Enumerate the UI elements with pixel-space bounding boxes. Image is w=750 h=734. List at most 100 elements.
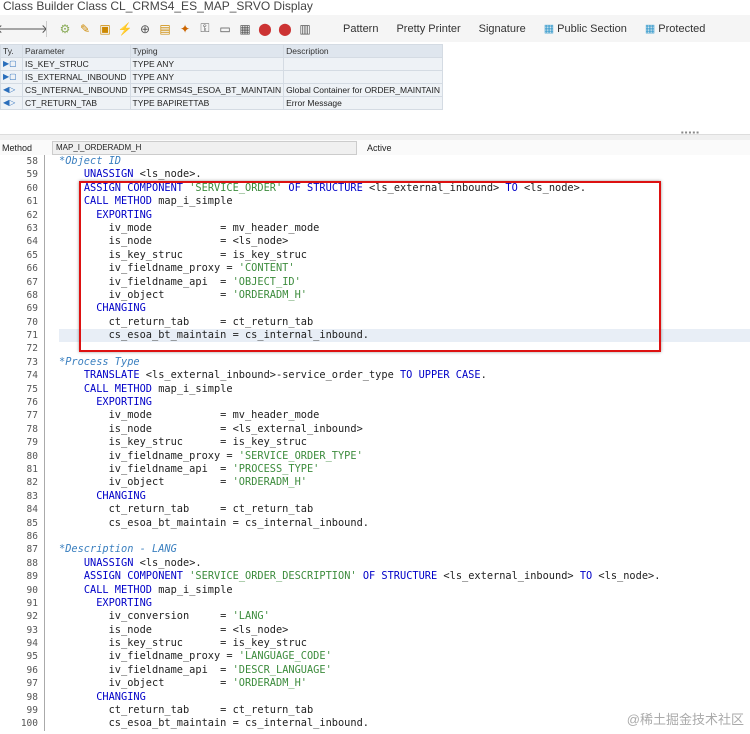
code-text[interactable]: CHANGING xyxy=(59,691,750,704)
code-text[interactable]: is_node = <ls_external_inbound> xyxy=(59,423,750,436)
code-line[interactable]: 97 iv_object = 'ORDERADM_H' xyxy=(0,677,750,691)
parameter-name[interactable]: CS_INTERNAL_INBOUND xyxy=(22,83,131,97)
protected-section-button[interactable]: ▦ Protected xyxy=(645,22,706,36)
code-text[interactable]: iv_fieldname_api = 'PROCESS_TYPE' xyxy=(59,463,750,476)
code-line[interactable]: 59 UNASSIGN <ls_node>. xyxy=(0,168,750,182)
display-change-icon[interactable]: ✎ xyxy=(77,21,93,37)
gutter-divider xyxy=(44,543,45,557)
parameter-table-header: Ty. Parameter Typing Description xyxy=(0,44,443,58)
code-line[interactable]: 76 EXPORTING xyxy=(0,396,750,410)
code-line[interactable]: 95 iv_fieldname_proxy = 'LANGUAGE_CODE' xyxy=(0,650,750,664)
code-line[interactable]: 90 CALL METHOD map_i_simple xyxy=(0,583,750,597)
code-text[interactable]: cs_esoa_bt_maintain = cs_internal_inboun… xyxy=(59,517,750,530)
code-text[interactable]: EXPORTING xyxy=(59,597,750,610)
code-line[interactable]: 78 is_node = <ls_external_inbound> xyxy=(0,422,750,437)
code-text[interactable]: UNASSIGN <ls_node>. xyxy=(59,557,750,570)
code-text[interactable]: is_key_struc = is_key_struc xyxy=(59,637,750,650)
code-line[interactable]: 77 iv_mode = mv_header_mode xyxy=(0,409,750,423)
method-name-field[interactable]: MAP_I_ORDERADM_H xyxy=(52,140,357,155)
gutter-divider xyxy=(44,717,45,731)
table-row[interactable]: ◀▷ CT_RETURN_TAB TYPE BAPIRETTAB Error M… xyxy=(0,96,443,110)
column-header-description[interactable]: Description xyxy=(283,44,443,58)
parameter-typing[interactable]: TYPE ANY xyxy=(129,70,285,84)
code-text[interactable]: TRANSLATE <ls_external_inbound>-service_… xyxy=(59,369,750,382)
code-text[interactable]: iv_fieldname_proxy = 'SERVICE_ORDER_TYPE… xyxy=(59,450,750,463)
code-text[interactable]: *Description - LANG xyxy=(59,543,750,556)
enhance-icon[interactable]: ⚿ xyxy=(197,21,213,37)
parameter-name[interactable]: IS_KEY_STRUC xyxy=(22,57,131,71)
signature-button[interactable]: Signature xyxy=(479,23,526,35)
column-header-parameter[interactable]: Parameter xyxy=(22,44,131,58)
breakpoint-icon[interactable]: ⬤ xyxy=(257,21,273,37)
code-text[interactable]: iv_fieldname_api = 'DESCR_LANGUAGE' xyxy=(59,664,750,677)
code-text[interactable]: iv_conversion = 'LANG' xyxy=(59,610,750,623)
parameter-description[interactable]: Global Container for ORDER_MAINTAIN xyxy=(283,83,443,97)
layout-icon[interactable]: ▭ xyxy=(217,21,233,37)
code-line[interactable]: 88 UNASSIGN <ls_node>. xyxy=(0,556,750,571)
code-line[interactable]: 94 is_key_struc = is_key_struc xyxy=(0,637,750,651)
code-line[interactable]: 80 iv_fieldname_proxy = 'SERVICE_ORDER_T… xyxy=(0,449,750,463)
help-icon[interactable]: ▦ xyxy=(237,21,253,37)
code-text[interactable]: ct_return_tab = ct_return_tab xyxy=(59,503,750,516)
parameter-name[interactable]: IS_EXTERNAL_INBOUND xyxy=(22,70,131,84)
column-header-typing[interactable]: Typing xyxy=(129,44,285,58)
code-line[interactable]: 92 iv_conversion = 'LANG' xyxy=(0,610,750,624)
code-text[interactable]: iv_mode = mv_header_mode xyxy=(59,409,750,422)
code-line[interactable]: 84 ct_return_tab = ct_return_tab xyxy=(0,503,750,517)
code-line[interactable]: 83 CHANGING xyxy=(0,489,750,504)
code-line[interactable]: 98 CHANGING xyxy=(0,690,750,705)
code-line[interactable]: 75 CALL METHOD map_i_simple xyxy=(0,382,750,397)
navigation-window-icon[interactable]: ✦ xyxy=(177,21,193,37)
where-used-icon[interactable]: ⊕ xyxy=(137,21,153,37)
code-line[interactable]: 74 TRANSLATE <ls_external_inbound>-servi… xyxy=(0,369,750,383)
save-icon[interactable]: ▥ xyxy=(297,21,313,37)
code-line[interactable]: 89 ASSIGN COMPONENT 'SERVICE_ORDER_DESCR… xyxy=(0,570,750,584)
code-text[interactable]: is_key_struc = is_key_struc xyxy=(59,436,750,449)
code-line[interactable]: 79 is_key_struc = is_key_struc xyxy=(0,436,750,450)
other-object-icon[interactable]: ⚙ xyxy=(57,21,73,37)
public-section-button[interactable]: ▦ Public Section xyxy=(544,22,627,36)
parameter-description[interactable]: Error Message xyxy=(283,96,443,110)
object-list-icon[interactable]: ▤ xyxy=(157,21,173,37)
code-line[interactable]: 85 cs_esoa_bt_maintain = cs_internal_inb… xyxy=(0,516,750,530)
code-line[interactable]: 87 *Description - LANG xyxy=(0,543,750,557)
column-header-type[interactable]: Ty. xyxy=(0,44,23,58)
code-text[interactable]: EXPORTING xyxy=(59,396,750,409)
parameter-typing[interactable]: TYPE CRMS4S_ESOA_BT_MAINTAIN xyxy=(129,83,285,97)
code-line[interactable]: 73 *Process Type xyxy=(0,355,750,370)
code-line[interactable]: 58 *Object ID xyxy=(0,155,750,169)
code-line[interactable]: 96 iv_fieldname_api = 'DESCR_LANGUAGE' xyxy=(0,663,750,678)
code-text[interactable] xyxy=(59,530,750,543)
table-row[interactable]: ◀▷ CS_INTERNAL_INBOUND TYPE CRMS4S_ESOA_… xyxy=(0,83,443,97)
code-line[interactable]: 93 is_node = <ls_node> xyxy=(0,623,750,638)
code-text[interactable]: CHANGING xyxy=(59,490,750,503)
code-text[interactable]: CALL METHOD map_i_simple xyxy=(59,383,750,396)
activate-icon[interactable]: ⚡ xyxy=(117,21,133,37)
pattern-button[interactable]: Pattern xyxy=(343,23,378,35)
table-row[interactable]: ▶▢ IS_KEY_STRUC TYPE ANY xyxy=(0,57,443,71)
parameter-typing[interactable]: TYPE BAPIRETTAB xyxy=(129,96,285,110)
parameter-description[interactable] xyxy=(283,57,443,71)
check-icon[interactable]: ▣ xyxy=(97,21,113,37)
code-text[interactable]: *Process Type xyxy=(59,356,750,369)
code-text[interactable]: is_node = <ls_node> xyxy=(59,624,750,637)
signature-icon[interactable]: ⬤ xyxy=(277,21,293,37)
code-text[interactable]: ASSIGN COMPONENT 'SERVICE_ORDER_DESCRIPT… xyxy=(59,570,750,583)
code-text[interactable]: CALL METHOD map_i_simple xyxy=(59,584,750,597)
parameter-typing[interactable]: TYPE ANY xyxy=(129,57,285,71)
code-text[interactable]: UNASSIGN <ls_node>. xyxy=(59,168,750,181)
code-line[interactable]: 91 EXPORTING xyxy=(0,596,750,611)
code-text[interactable]: *Object ID xyxy=(59,155,750,168)
pretty-printer-button[interactable]: Pretty Printer xyxy=(396,23,460,35)
code-line[interactable]: 82 iv_object = 'ORDERADM_H' xyxy=(0,476,750,490)
forward-arrow-icon[interactable]: 🡒 xyxy=(16,21,48,37)
code-line[interactable]: 81 iv_fieldname_api = 'PROCESS_TYPE' xyxy=(0,462,750,477)
line-number: 60 xyxy=(26,182,38,194)
code-text[interactable]: iv_object = 'ORDERADM_H' xyxy=(59,677,750,690)
code-line[interactable]: 86 xyxy=(0,529,750,544)
parameter-description[interactable] xyxy=(283,70,443,84)
code-text[interactable]: iv_object = 'ORDERADM_H' xyxy=(59,476,750,489)
parameter-name[interactable]: CT_RETURN_TAB xyxy=(22,96,131,110)
table-row[interactable]: ▶▢ IS_EXTERNAL_INBOUND TYPE ANY xyxy=(0,70,443,84)
code-text[interactable]: iv_fieldname_proxy = 'LANGUAGE_CODE' xyxy=(59,650,750,663)
